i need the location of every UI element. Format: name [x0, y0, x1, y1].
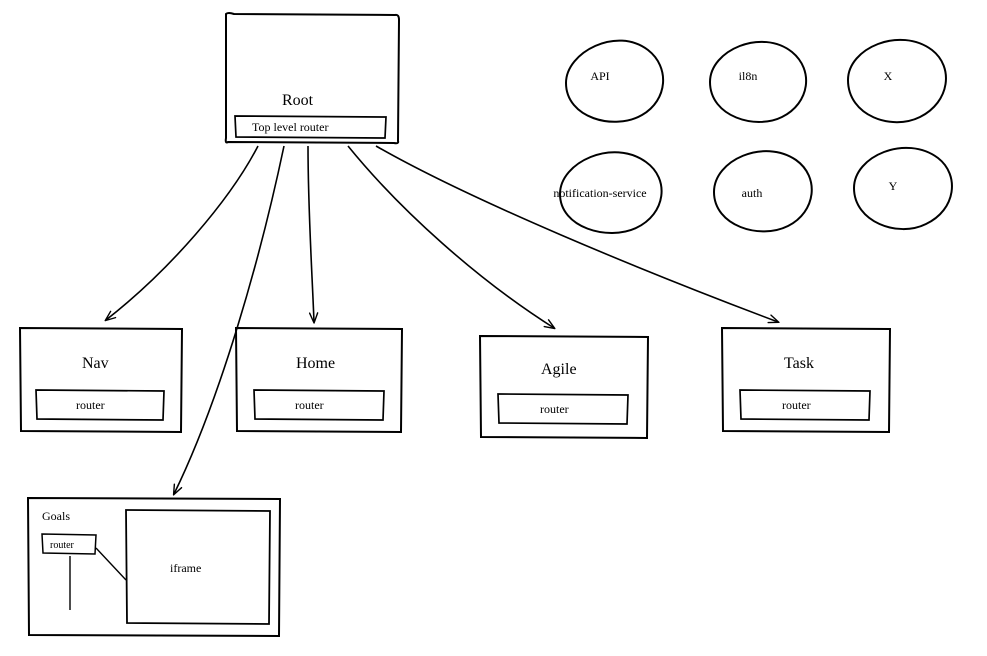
- home-box: Home router: [236, 328, 402, 432]
- goals-iframe-label: iframe: [170, 561, 201, 575]
- service-notification: notification-service: [553, 152, 661, 233]
- task-box: Task router: [722, 328, 890, 432]
- service-y-label: Y: [889, 179, 898, 193]
- service-x: X: [848, 40, 946, 122]
- arrow-root-task: [376, 146, 778, 322]
- nav-title: Nav: [82, 355, 109, 372]
- service-il8n-label: il8n: [739, 69, 758, 83]
- goals-box: Goals router iframe: [28, 498, 280, 636]
- nav-box: Nav router: [20, 328, 182, 432]
- agile-title: Agile: [541, 361, 577, 378]
- home-router-box: router: [254, 390, 384, 420]
- architecture-diagram: Root Top level router API il8n X notific…: [0, 0, 987, 656]
- agile-router-box: router: [498, 394, 628, 424]
- service-auth: auth: [714, 151, 812, 231]
- task-router-label: router: [782, 398, 811, 412]
- task-router-box: router: [740, 390, 870, 420]
- arrows: [106, 146, 778, 494]
- root-router-label: Top level router: [252, 120, 328, 134]
- agile-box: Agile router: [480, 336, 648, 438]
- home-router-label: router: [295, 398, 324, 412]
- root-router-box: Top level router: [235, 116, 386, 138]
- service-x-label: X: [884, 69, 893, 83]
- service-y: Y: [854, 148, 952, 229]
- goals-iframe-box: iframe: [126, 510, 270, 624]
- nav-router-label: router: [76, 398, 105, 412]
- nav-router-box: router: [36, 390, 164, 420]
- arrow-root-nav: [106, 146, 258, 320]
- agile-router-label: router: [540, 402, 569, 416]
- goals-router-box: router: [42, 534, 96, 554]
- root-title: Root: [282, 92, 314, 109]
- arrow-root-home: [308, 146, 314, 322]
- goals-router-label: router: [50, 540, 75, 551]
- service-il8n: il8n: [710, 42, 806, 122]
- task-title: Task: [784, 355, 814, 372]
- service-api-label: API: [590, 69, 609, 83]
- service-notification-label: notification-service: [553, 186, 646, 200]
- goals-title: Goals: [42, 509, 70, 523]
- root-box: Root Top level router: [226, 13, 399, 143]
- service-auth-label: auth: [742, 186, 763, 200]
- arrow-root-agile: [348, 146, 554, 328]
- arrow-root-goals: [174, 146, 284, 494]
- service-api: API: [566, 41, 663, 122]
- home-title: Home: [296, 355, 335, 372]
